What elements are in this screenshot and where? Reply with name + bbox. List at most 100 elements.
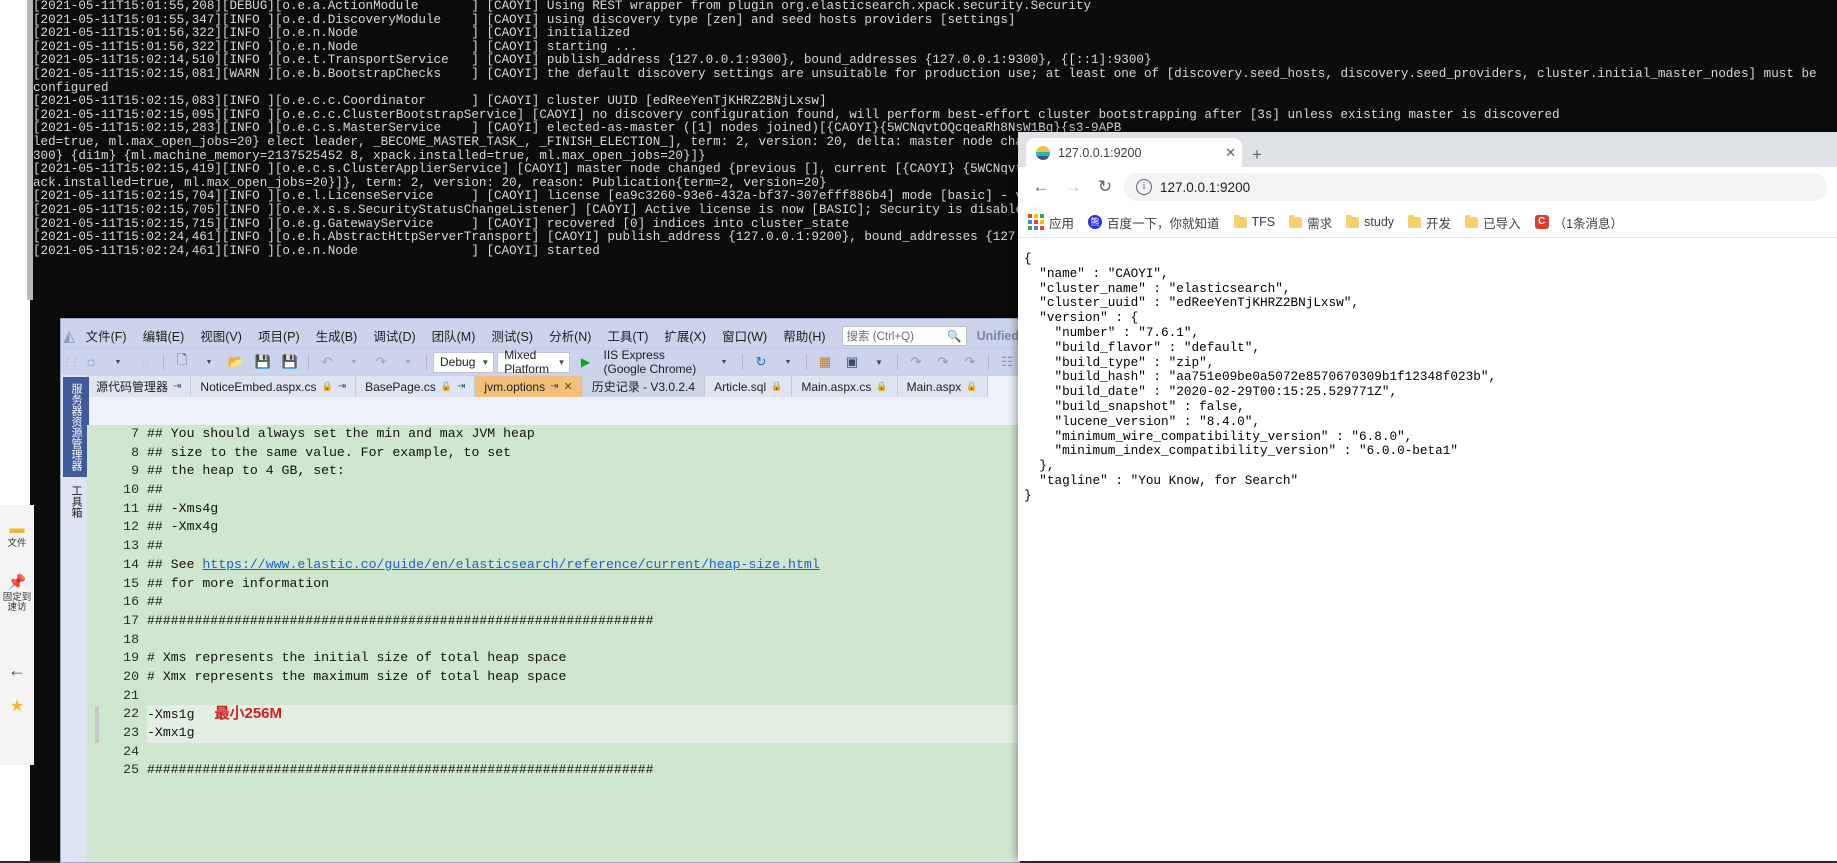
menu-tools[interactable]: 工具(T) (599, 323, 656, 348)
pin-icon[interactable]: ⇥ (338, 381, 346, 392)
code-line[interactable]: ## the heap to 4 GB, set: (147, 462, 1019, 481)
navigate-backward-dropdown-icon[interactable]: ▼ (106, 352, 130, 372)
menu-project[interactable]: 项目(P) (250, 323, 308, 348)
tab-main-aspx-cs[interactable]: Main.aspx.cs 🔒 (792, 376, 898, 397)
save-all-button[interactable]: 💾 (278, 352, 302, 372)
menu-test[interactable]: 测试(S) (483, 323, 541, 348)
pin-icon[interactable]: ⇥ (457, 381, 465, 392)
console-scrollbar[interactable] (27, 0, 33, 300)
code-line[interactable]: ## -Xms4g (147, 500, 1019, 519)
navigate-backward-button[interactable]: ◌ (79, 352, 103, 372)
code-line[interactable]: ## for more information (147, 575, 1019, 594)
code-line[interactable]: ## (147, 481, 1019, 500)
code-line[interactable]: # Xmx represents the maximum size of tot… (147, 668, 1019, 687)
menu-analyze[interactable]: 分析(N) (541, 323, 599, 348)
bookmark-imported[interactable]: 已导入 (1465, 213, 1521, 232)
open-file-button[interactable]: 📂 (224, 352, 248, 372)
explorer-item-back[interactable]: ← (0, 660, 34, 680)
code-line[interactable]: # Xms represents the initial size of tot… (147, 649, 1019, 668)
reload-button[interactable]: ↻ (1092, 174, 1118, 200)
bookmark-tfs[interactable]: TFS (1233, 214, 1275, 229)
browser-tab-elasticsearch[interactable]: 127.0.0.1:9200 ✕ (1026, 138, 1242, 167)
folder-icon: ▬ (9, 520, 25, 537)
menu-help[interactable]: 帮助(H) (775, 323, 833, 348)
info-icon[interactable]: i (1136, 179, 1152, 195)
undo-button[interactable]: ↶ (315, 352, 339, 372)
code-line[interactable]: -Xms1g 最小256M (147, 705, 1019, 724)
close-icon[interactable]: ✕ (564, 380, 573, 393)
code-line[interactable]: ## You should always set the min and max… (147, 425, 1019, 444)
bookmark-dev[interactable]: 开发 (1408, 213, 1451, 232)
code-line[interactable]: ## size to the same value. For example, … (147, 444, 1019, 463)
tab-basepage-cs[interactable]: BasePage.cs 🔒 ⇥ (356, 376, 476, 397)
toolbar-grip-icon[interactable]: ⋮⋮ (63, 352, 80, 372)
undo-dropdown-icon[interactable]: ▼ (342, 352, 366, 372)
explorer-item-pin[interactable]: 📌 固定到 速访 (0, 573, 34, 613)
save-button[interactable]: 💾 (251, 352, 275, 372)
step-icon-2[interactable]: ↷ (931, 352, 955, 372)
side-tab-toolbox[interactable]: 工具箱 (63, 479, 89, 524)
tab-jvm-options[interactable]: jvm.options ⇥ ✕ (475, 376, 583, 397)
code-line[interactable]: ## (147, 537, 1019, 556)
vs-search-input[interactable]: 搜索 (Ctrl+Q) 🔍 (841, 325, 967, 346)
browser-preview-icon[interactable]: ▦ (813, 352, 837, 372)
step-icon-1[interactable]: ↷ (904, 352, 928, 372)
menu-window[interactable]: 窗口(W) (714, 323, 775, 348)
page-inspector-icon[interactable]: ▣ (840, 352, 864, 372)
refresh-icon[interactable]: ↻ (749, 352, 773, 372)
back-button[interactable]: ← (1028, 174, 1054, 200)
explorer-item-files[interactable]: ▬ 文件 (0, 519, 34, 549)
bookmark-requirements[interactable]: 需求 (1289, 213, 1332, 232)
new-project-dropdown-icon[interactable]: ▼ (197, 352, 221, 372)
new-project-button[interactable]: 🗋 (170, 352, 194, 372)
code-line[interactable]: ########################################… (147, 612, 1019, 631)
menu-team[interactable]: 团队(M) (424, 323, 484, 348)
code-line[interactable]: ## -Xmx4g (147, 518, 1019, 537)
code-text[interactable]: ## You should always set the min and max… (147, 425, 1019, 780)
address-bar[interactable]: i 127.0.0.1:9200 (1124, 173, 1827, 201)
solution-configuration-dropdown[interactable]: Debug ▼ (433, 351, 495, 373)
code-line[interactable] (147, 631, 1019, 650)
bookmark-baidu[interactable]: 熊 百度一下，你就知道 (1088, 213, 1220, 232)
menu-debug[interactable]: 调试(D) (365, 323, 423, 348)
refresh-dropdown-icon[interactable]: ▼ (776, 352, 800, 372)
code-line[interactable]: -Xmx1g (147, 724, 1019, 743)
menu-edit[interactable]: 编辑(E) (135, 323, 193, 348)
tab-noticeembed-aspx-cs[interactable]: NoticeEmbed.aspx.cs 🔒 ⇥ (191, 376, 357, 397)
forward-button[interactable]: → (1060, 174, 1086, 200)
bookmark-study[interactable]: study (1346, 214, 1394, 229)
code-line[interactable]: ## (147, 593, 1019, 612)
side-tab-server-explorer[interactable]: 服务器资源管理器 (63, 377, 89, 477)
pin-icon[interactable]: ⇥ (550, 381, 558, 392)
menu-build[interactable]: 生成(B) (308, 323, 366, 348)
code-line[interactable] (147, 743, 1019, 762)
tab-article-sql[interactable]: Article.sql 🔒 (705, 376, 793, 397)
navigate-forward-button[interactable]: ◌ (133, 352, 157, 372)
tab-main-aspx[interactable]: Main.aspx 🔒 (897, 376, 988, 397)
debug-target-dropdown-icon[interactable]: ▼ (712, 352, 736, 372)
tab-history[interactable]: 历史记录 - V3.0.2.4 (582, 376, 706, 397)
close-icon[interactable]: ✕ (1225, 145, 1236, 161)
redo-dropdown-icon[interactable]: ▼ (396, 352, 420, 372)
explorer-item-favorites[interactable]: ★ (0, 697, 34, 717)
start-debug-icon[interactable]: ▶ (573, 352, 597, 372)
heap-size-doc-link[interactable]: https://www.elastic.co/guide/en/elastics… (202, 557, 819, 572)
tab-source-control-explorer[interactable]: 源代码管理器 ⇥ (87, 376, 192, 397)
bookmark-apps[interactable]: 应用 (1028, 213, 1074, 232)
code-line[interactable] (147, 687, 1019, 706)
bookmark-messages[interactable]: C （1条消息） (1534, 213, 1623, 232)
solution-platform-dropdown[interactable]: Mixed Platform ▼ (497, 348, 571, 376)
new-tab-button[interactable]: + (1252, 146, 1262, 163)
redo-button[interactable]: ↷ (369, 352, 393, 372)
menu-file[interactable]: 文件(F) (78, 323, 135, 348)
code-line[interactable]: ## See https://www.elastic.co/guide/en/e… (147, 556, 1019, 575)
pin-icon[interactable]: ⇥ (173, 381, 181, 392)
code-editor[interactable]: 7 8 9 10 11 12 13 14 15 16 17 18 19 20 21 22 23 24 25 ## Y… (87, 425, 1019, 862)
code-line[interactable]: ########################################… (147, 761, 1019, 780)
menu-view[interactable]: 视图(V) (192, 323, 250, 348)
toolbar-overflow-icon[interactable]: ▼ (867, 352, 891, 372)
debug-target-label[interactable]: IIS Express (Google Chrome) (600, 348, 709, 376)
step-icon-3[interactable]: ↷ (958, 352, 982, 372)
find-icon[interactable]: ☷ (995, 352, 1019, 372)
menu-extensions[interactable]: 扩展(X) (656, 323, 714, 348)
